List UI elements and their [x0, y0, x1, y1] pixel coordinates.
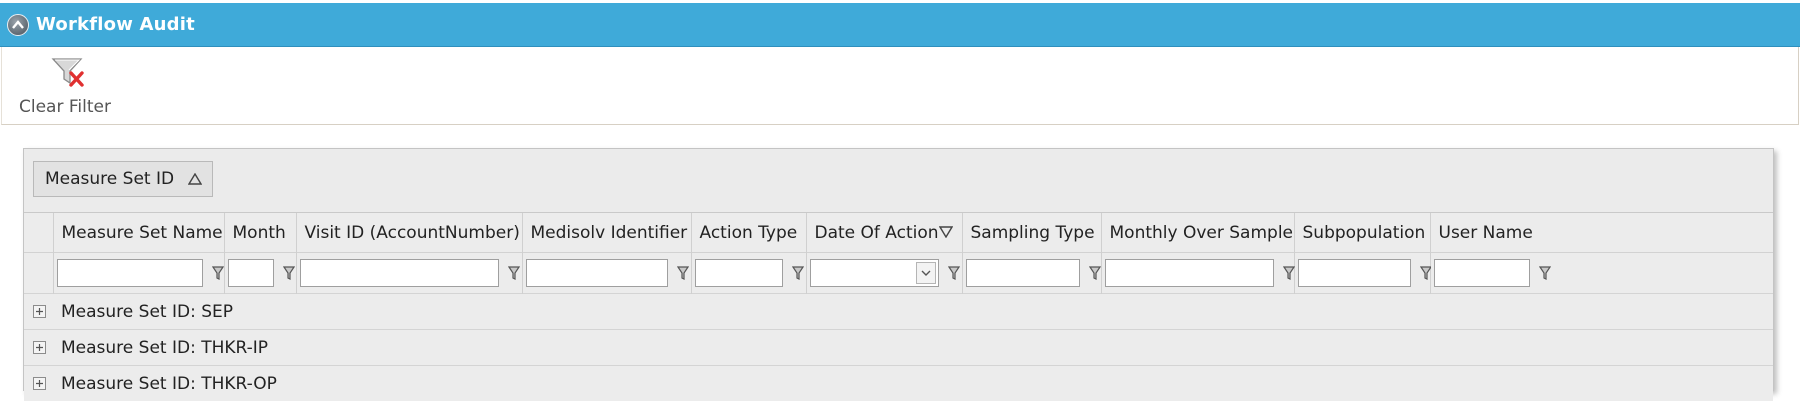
filter-input-monthly-over-sample[interactable]	[1104, 259, 1274, 287]
group-row-sep[interactable]: Measure Set ID: SEP	[24, 293, 1773, 330]
expander-cell	[24, 365, 53, 401]
filter-cell	[1293, 252, 1432, 294]
clear-filter-button[interactable]: Clear Filter	[16, 53, 126, 119]
group-by-chip[interactable]: Measure Set ID	[33, 161, 214, 197]
filter-icon[interactable]	[282, 265, 295, 281]
column-header-monthly-over-sample[interactable]: Monthly Over Sample	[1100, 212, 1294, 253]
indent-header-cell	[24, 212, 53, 253]
group-row-label: Measure Set ID: SEP	[53, 293, 1773, 330]
expander-cell	[24, 329, 53, 366]
filter-cell	[1100, 252, 1295, 294]
filter-input-action-type[interactable]	[694, 259, 783, 287]
column-header-month[interactable]: Month	[223, 212, 296, 253]
filter-icon[interactable]	[947, 265, 960, 281]
column-header-medisolv-identifier[interactable]: Medisolv Identifier	[521, 212, 691, 253]
column-header-visit-id[interactable]: Visit ID (AccountNumber)	[295, 212, 522, 253]
filter-input-measure-set-name[interactable]	[56, 259, 203, 287]
filter-cell	[961, 252, 1101, 294]
column-header-user-name[interactable]: User Name	[1429, 212, 1773, 253]
filter-input-subpopulation[interactable]	[1297, 259, 1411, 287]
group-row-thkr-ip[interactable]: Measure Set ID: THKR-IP	[24, 329, 1773, 366]
filter-cell	[223, 252, 296, 294]
clear-filter-label: Clear Filter	[19, 97, 111, 117]
sort-ascending-icon	[188, 173, 203, 185]
expand-icon[interactable]	[33, 305, 46, 318]
filter-cell	[805, 252, 962, 294]
filter-input-user-name[interactable]	[1433, 259, 1530, 287]
column-header-measure-set-name[interactable]: Measure Set Name	[52, 212, 224, 253]
filter-icon[interactable]	[507, 265, 520, 281]
group-row-thkr-op[interactable]: Measure Set ID: THKR-OP	[24, 365, 1773, 401]
filter-cell	[690, 252, 806, 294]
filter-cell	[52, 252, 224, 294]
window-title: Workflow Audit	[36, 14, 195, 35]
expand-icon[interactable]	[33, 377, 46, 390]
column-header-date-of-action[interactable]: Date Of Action	[805, 212, 962, 253]
group-by-label: Measure Set ID	[45, 169, 175, 189]
filter-icon[interactable]	[1282, 265, 1295, 281]
clear-filter-icon	[51, 58, 84, 87]
header-row: Measure Set Name Month Visit ID (Account…	[24, 212, 1773, 253]
column-header-subpopulation[interactable]: Subpopulation	[1293, 212, 1430, 253]
group-row-label: Measure Set ID: THKR-OP	[53, 365, 1773, 401]
sort-descending-icon	[938, 226, 953, 238]
filter-icon[interactable]	[676, 265, 689, 281]
filter-input-visit-id[interactable]	[299, 259, 499, 287]
filter-icon[interactable]	[791, 265, 804, 281]
filter-cell	[1429, 252, 1773, 294]
audit-grid: Measure Set ID Measure Set Name Month Vi…	[23, 148, 1774, 401]
filter-input-sampling-type[interactable]	[965, 259, 1080, 287]
chevron-up-icon	[12, 19, 24, 29]
filter-icon[interactable]	[211, 265, 224, 281]
column-header-date-of-action-label: Date Of Action	[814, 222, 939, 243]
filter-cell	[295, 252, 522, 294]
grid-table: Measure Set Name Month Visit ID (Account…	[24, 212, 1773, 401]
group-panel: Measure Set ID	[24, 149, 1773, 212]
expander-cell	[24, 293, 53, 330]
chevron-down-icon	[921, 270, 930, 276]
column-header-action-type[interactable]: Action Type	[690, 212, 806, 253]
expand-icon[interactable]	[33, 341, 46, 354]
filter-cell	[521, 252, 691, 294]
toolbar: Clear Filter	[1, 47, 1799, 125]
filter-input-medisolv-identifier[interactable]	[525, 259, 668, 287]
dropdown-button[interactable]	[915, 262, 936, 284]
column-header-sampling-type[interactable]: Sampling Type	[961, 212, 1101, 253]
filter-input-month[interactable]	[227, 259, 274, 287]
filter-row	[24, 252, 1773, 294]
filter-icon[interactable]	[1538, 265, 1551, 281]
filter-select-date-of-action[interactable]	[809, 259, 939, 287]
indent-filter-cell	[24, 252, 53, 294]
collapse-panel-button[interactable]	[7, 13, 29, 36]
filter-icon[interactable]	[1088, 265, 1101, 281]
group-row-label: Measure Set ID: THKR-IP	[53, 329, 1773, 366]
window-titlebar: Workflow Audit	[0, 3, 1800, 47]
